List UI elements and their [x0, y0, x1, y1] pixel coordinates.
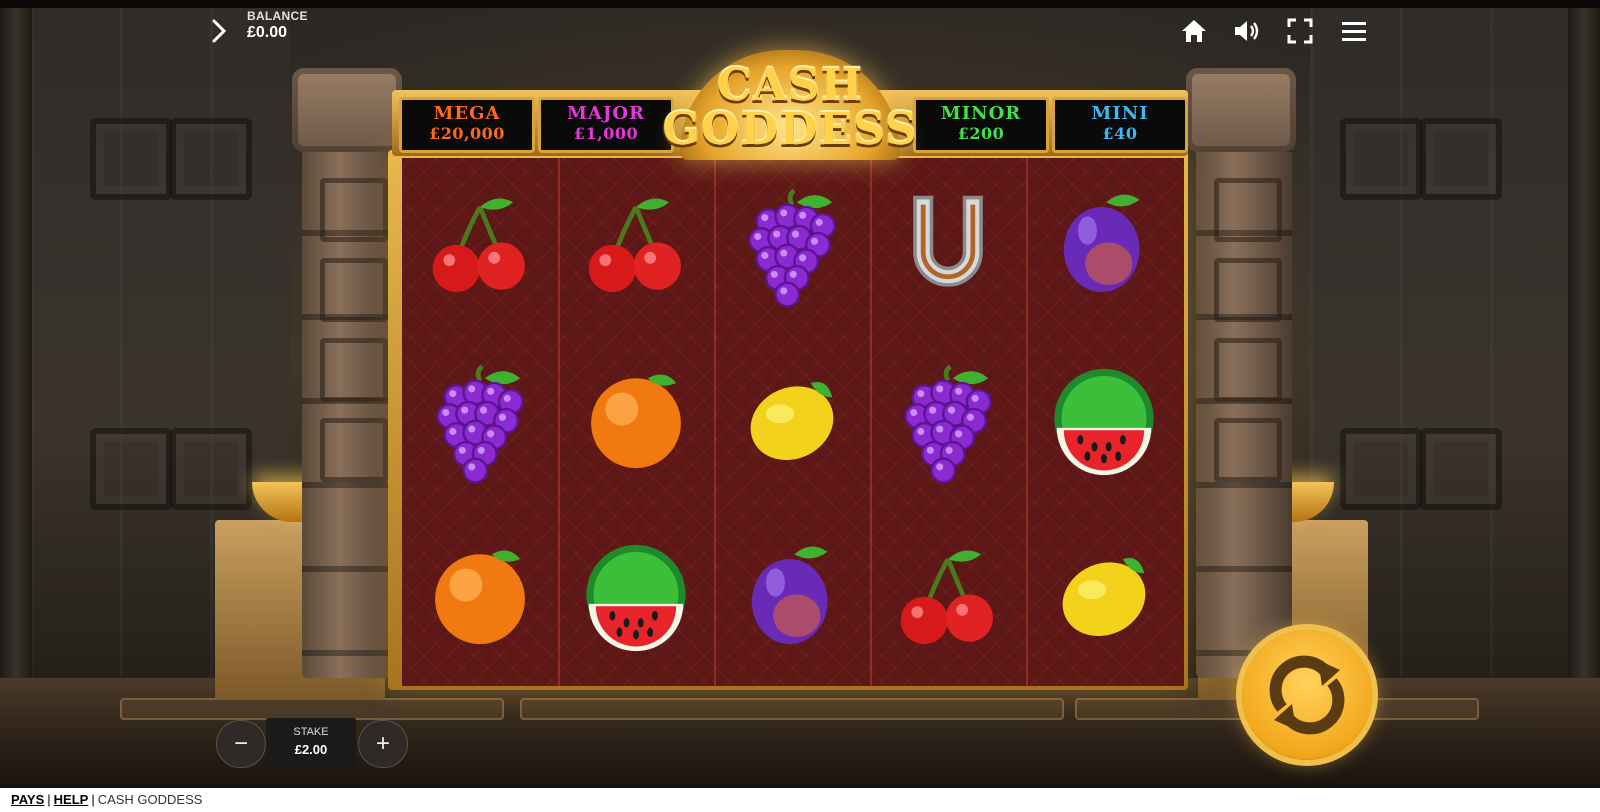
jackpot-value: £200: [957, 124, 1005, 143]
game-logo: CASH GODDESS: [660, 50, 920, 160]
plum-icon: [1063, 194, 1140, 293]
stake-display: STAKE £2.00: [266, 718, 356, 768]
column-carving: [1214, 338, 1282, 402]
wall-glyph: [170, 428, 252, 510]
grapes-icon: [436, 364, 524, 484]
symbol-plum: [1026, 158, 1182, 334]
pays-link[interactable]: PAYS: [11, 792, 44, 807]
symbol-grapes: [870, 334, 1026, 510]
reel-area: [402, 158, 1184, 686]
symbol-lemon: [714, 334, 870, 510]
logo-line-1: CASH: [716, 60, 864, 111]
balance-label: BALANCE: [247, 9, 308, 23]
wall-glyph: [90, 118, 172, 200]
logo-text: CASH GODDESS: [660, 64, 920, 152]
horseshoe-icon: [913, 195, 983, 287]
jackpot-name: MINOR: [940, 103, 1022, 124]
column-carving: [320, 418, 388, 482]
symbol-horseshoe: [870, 158, 1026, 334]
symbol-cherry: [402, 158, 558, 334]
column-carving: [1214, 178, 1282, 242]
jackpot-value: £20,000: [429, 124, 505, 143]
grapes-icon: [904, 364, 992, 484]
floor-step: [520, 698, 1064, 720]
sound-icon[interactable]: [1230, 14, 1264, 48]
symbol-cherry: [870, 510, 1026, 686]
decrease-stake-button[interactable]: −: [216, 720, 266, 768]
lemon-icon: [1062, 558, 1146, 637]
footer-separator: |: [91, 792, 95, 807]
jackpot-value: £40: [1102, 124, 1138, 143]
spin-icon: [1269, 655, 1345, 735]
chevron-right-icon[interactable]: [202, 14, 236, 48]
watermelon-icon: [1054, 368, 1154, 476]
symbol-grapes: [714, 158, 870, 334]
column-carving: [1214, 258, 1282, 322]
column-cap-right: [1186, 68, 1296, 152]
footer-bar: PAYS | HELP | CASH GODDESS: [0, 788, 1600, 812]
jackpot-name: MEGA: [433, 103, 501, 124]
increase-stake-button[interactable]: +: [358, 720, 408, 768]
jackpot-name: MINI: [1091, 103, 1149, 124]
symbol-cherry: [558, 158, 714, 334]
watermelon-icon: [586, 544, 686, 652]
fullscreen-icon[interactable]: [1283, 14, 1317, 48]
pillar-edge-right: [1568, 8, 1600, 788]
lemon-icon: [750, 382, 834, 461]
column-carving: [320, 338, 388, 402]
jackpot-value: £1,000: [573, 124, 639, 143]
wall-glyph: [1420, 428, 1502, 510]
wall-glyph: [170, 118, 252, 200]
symbol-orange: [402, 510, 558, 686]
stake-label: STAKE: [293, 726, 329, 738]
plum-icon: [751, 546, 828, 645]
stake-control: − STAKE £2.00 +: [216, 718, 408, 768]
cherry-icon: [588, 198, 681, 293]
column-carving: [320, 258, 388, 322]
spin-button[interactable]: [1242, 630, 1372, 760]
logo-line-2: GODDESS: [662, 104, 918, 155]
symbol-plum: [714, 510, 870, 686]
help-link[interactable]: HELP: [54, 792, 89, 807]
jackpot-minor: MINOR £200: [913, 97, 1049, 153]
column-cap-left: [292, 68, 402, 152]
cherry-icon: [900, 550, 993, 645]
symbol-lemon: [1026, 510, 1182, 686]
wall-glyph: [90, 428, 172, 510]
top-bar: BALANCE £0.00: [0, 0, 1600, 60]
symbol-orange: [558, 334, 714, 510]
footer-separator: |: [47, 792, 51, 807]
game-name: CASH GODDESS: [97, 792, 203, 807]
cherry-icon: [432, 198, 525, 293]
floor-step: [120, 698, 504, 720]
orange-icon: [435, 550, 525, 645]
wall-glyph: [1340, 118, 1422, 200]
wall-glyph: [1420, 118, 1502, 200]
symbol-watermelon: [1026, 334, 1182, 510]
wall-glyph: [1340, 428, 1422, 510]
column-carving: [1214, 418, 1282, 482]
jackpot-name: MAJOR: [566, 103, 646, 124]
jackpot-mega: MEGA £20,000: [399, 97, 535, 153]
symbol-watermelon: [558, 510, 714, 686]
pillar-edge-left: [0, 8, 32, 788]
column-carving: [320, 178, 388, 242]
jackpot-mini: MINI £40: [1052, 97, 1188, 153]
menu-icon[interactable]: [1337, 14, 1371, 48]
symbol-grapes: [402, 334, 558, 510]
stake-value: £2.00: [294, 742, 328, 757]
balance-value: £0.00: [247, 24, 288, 41]
jackpot-major: MAJOR £1,000: [538, 97, 674, 153]
home-icon[interactable]: [1177, 14, 1211, 48]
grapes-icon: [748, 188, 836, 308]
orange-icon: [591, 374, 681, 469]
